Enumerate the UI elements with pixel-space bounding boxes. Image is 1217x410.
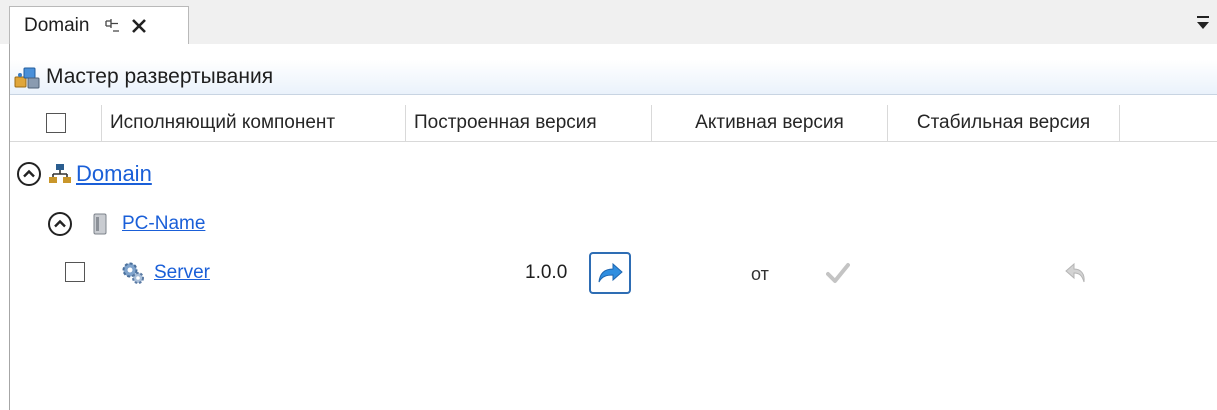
close-icon[interactable]: [129, 16, 149, 36]
component-link[interactable]: Server: [154, 262, 210, 284]
tree-row-domain: Domain: [10, 154, 1217, 194]
collapse-computer-icon[interactable]: [47, 211, 73, 237]
tab-domain[interactable]: Domain: [9, 6, 189, 44]
select-all-checkbox[interactable]: [45, 113, 66, 133]
pin-icon[interactable]: [103, 17, 121, 35]
deployment-wizard-icon: [14, 67, 40, 89]
deploy-button[interactable]: [589, 252, 631, 294]
tree-row-component: Server 1.0.0 от: [10, 250, 1217, 296]
tab-label: Domain: [24, 14, 90, 36]
select-all-column: [10, 105, 102, 141]
panel-header: Мастер развертывания: [10, 60, 1217, 95]
built-version-value: 1.0.0: [525, 262, 568, 283]
table-header: Исполняющий компонент Построенная версия…: [10, 105, 1217, 142]
column-header-active-version[interactable]: Активная версия: [652, 105, 888, 141]
collapse-domain-icon[interactable]: [16, 161, 42, 187]
domain-link[interactable]: Domain: [76, 161, 152, 187]
column-header-component[interactable]: Исполняющий компонент: [102, 105, 406, 141]
active-version-value: от: [751, 264, 769, 284]
computer-icon: [93, 213, 107, 235]
computer-link[interactable]: PC-Name: [122, 213, 205, 235]
network-icon: [49, 164, 71, 183]
component-checkbox[interactable]: [65, 262, 85, 282]
deployment-wizard-panel: Мастер развертывания Исполняющий компоне…: [9, 44, 1217, 410]
revert-icon[interactable]: [1064, 261, 1088, 285]
dropdown-overflow-icon[interactable]: [1195, 14, 1211, 32]
gear-icon: [122, 262, 144, 284]
column-header-built-version[interactable]: Построенная версия: [406, 105, 652, 141]
deploy-arrow-icon: [598, 262, 623, 283]
column-header-stable-version[interactable]: Стабильная версия: [888, 105, 1120, 141]
check-icon: [826, 263, 850, 283]
tree-row-computer: PC-Name: [10, 204, 1217, 244]
panel-title: Мастер развертывания: [46, 65, 274, 88]
document-tab-strip: Domain: [0, 0, 1217, 44]
